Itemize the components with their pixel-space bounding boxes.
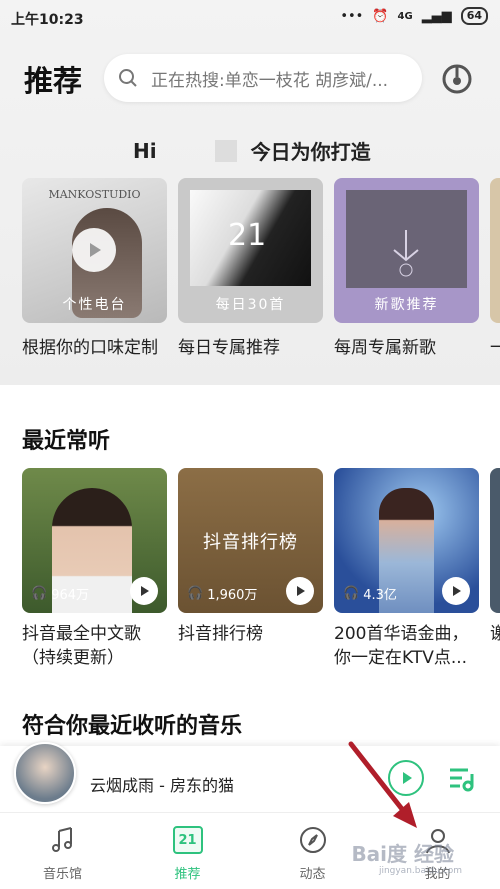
cover-text: 21 <box>228 218 267 253</box>
play-button[interactable] <box>442 577 470 605</box>
playlist-card[interactable]: 🎧 4.3亿 200首华语金曲，你一定在KTV点... <box>334 468 479 670</box>
search-icon <box>117 67 139 89</box>
daily-title: 每周专属新歌 <box>334 338 436 358</box>
tab-recommend[interactable]: 21 推荐 <box>125 813 250 889</box>
play-count: 🎧 964万 <box>31 584 89 603</box>
signal-icon: ▂▄▆ <box>421 8 452 24</box>
playlist-cover <box>490 468 500 613</box>
play-button[interactable] <box>388 760 424 796</box>
album-art <box>346 190 467 288</box>
alarm-icon: ⏰ <box>372 8 389 24</box>
now-playing-cover[interactable] <box>14 742 76 804</box>
playlist-title: 抖音排行榜 <box>178 624 263 644</box>
daily-title: 根据你的口味定制 <box>22 338 158 358</box>
section-heading: 符合你最近收听的音乐 <box>22 714 243 739</box>
battery-icon: 64 <box>460 7 488 25</box>
music-note-icon <box>46 823 80 857</box>
playlist-icon[interactable] <box>448 766 476 796</box>
now-playing-title: 云烟成雨 - 房东的猫 <box>90 776 234 795</box>
network-label: 4G <box>397 10 413 22</box>
tab-label: 我的 <box>424 867 451 882</box>
page-title: 推荐 <box>24 64 83 98</box>
play-count: 🎧 4.3亿 <box>343 584 397 603</box>
playlist-cover: 🎧 964万 <box>22 468 167 613</box>
headphones-icon: 🎧 <box>187 586 204 601</box>
playlist-cover: 🎧 4.3亿 <box>334 468 479 613</box>
more-dots-icon: ••• <box>340 8 364 24</box>
tab-mine[interactable]: 我的 <box>375 813 500 889</box>
play-count-value: 4.3亿 <box>363 588 397 603</box>
search-bar[interactable]: 正在热搜:单恋一枝花 胡彦斌/... <box>104 54 422 102</box>
tab-music-hall[interactable]: 音乐馆 <box>0 813 125 889</box>
playlist-title: 200首华语金曲，你一定在KTV点... <box>334 624 469 668</box>
status-bar: 上午10:23 ••• ⏰ 4G ▂▄▆ 64 <box>0 0 500 38</box>
play-button[interactable] <box>130 577 158 605</box>
tab-label: 音乐馆 <box>42 867 82 882</box>
play-button[interactable] <box>286 577 314 605</box>
username-blurred <box>214 139 237 162</box>
compass-icon <box>296 823 330 857</box>
play-count-value: 964万 <box>51 588 90 603</box>
daily-cover: MANKOSTUDIO 个性电台 <box>22 178 167 323</box>
profile-icon <box>421 823 455 857</box>
daily-card[interactable]: 21 每日30首 每日专属推荐 <box>178 178 323 358</box>
cover-label: 每日30首 <box>215 297 286 313</box>
daily-card[interactable]: 新歌推荐 每周专属新歌 <box>334 178 479 358</box>
daily-card[interactable]: 一 <box>490 178 500 358</box>
tab-label: 动态 <box>299 867 326 882</box>
daily-cover <box>490 178 500 323</box>
headphones-icon: 🎧 <box>31 586 48 601</box>
play-count: 🎧 1,960万 <box>187 584 257 603</box>
mini-player[interactable]: 云烟成雨 - 房东的猫 <box>0 742 500 812</box>
app-screen: 上午10:23 ••• ⏰ 4G ▂▄▆ 64 推荐 正在热搜:单恋一枝花 胡彦… <box>0 0 500 889</box>
play-count-value: 1,960万 <box>207 588 258 603</box>
cover-text: MANKOSTUDIO <box>48 188 141 201</box>
playlist-cover: 抖音排行榜 🎧 1,960万 <box>178 468 323 613</box>
daily-title: 一 <box>490 338 500 358</box>
cover-text: 抖音排行榜 <box>203 532 298 553</box>
cover-label: 个性电台 <box>62 297 127 313</box>
music-recognition-icon[interactable] <box>436 58 478 100</box>
tab-label: 推荐 <box>174 867 201 882</box>
headphones-icon: 🎧 <box>343 586 360 601</box>
greeting-hi: Hi <box>133 138 157 163</box>
daily-title: 每日专属推荐 <box>178 338 280 358</box>
greeting: Hi 今日为你打造 <box>133 136 371 165</box>
cover-label: 新歌推荐 <box>374 297 439 313</box>
status-icons: ••• ⏰ 4G ▂▄▆ 64 <box>340 7 488 25</box>
daily-cover: 21 每日30首 <box>178 178 323 323</box>
playlist-title: 谢 <box>490 624 500 644</box>
status-time: 上午10:23 <box>11 12 84 28</box>
daily-card[interactable]: MANKOSTUDIO 个性电台 根据你的口味定制 <box>22 178 167 358</box>
recent-heading: 最近常听 <box>22 429 111 454</box>
recent-playlists-row: 🎧 964万 抖音最全中文歌（持续更新） 抖音排行榜 🎧 1,960万 抖音排行… <box>22 468 500 670</box>
calendar-badge: 21 <box>172 826 203 854</box>
playlist-card[interactable]: 抖音排行榜 🎧 1,960万 抖音排行榜 <box>178 468 323 670</box>
playlist-card[interactable]: 谢 <box>490 468 500 670</box>
bottom-tab-bar: 音乐馆 21 推荐 动态 我的 <box>0 812 500 889</box>
daily-cover: 新歌推荐 <box>334 178 479 323</box>
playlist-title: 抖音最全中文歌（持续更新） <box>22 624 141 668</box>
playlist-card[interactable]: 🎧 964万 抖音最全中文歌（持续更新） <box>22 468 167 670</box>
daily-recommendation-row: MANKOSTUDIO 个性电台 根据你的口味定制 21 每日30首 每日专属推… <box>22 178 500 358</box>
play-circle-icon[interactable] <box>72 228 116 272</box>
tab-feed[interactable]: 动态 <box>250 813 375 889</box>
search-placeholder: 正在热搜:单恋一枝花 胡彦斌/... <box>151 70 389 91</box>
calendar-icon: 21 <box>171 823 205 857</box>
greeting-suffix: 今日为你打造 <box>250 140 371 164</box>
